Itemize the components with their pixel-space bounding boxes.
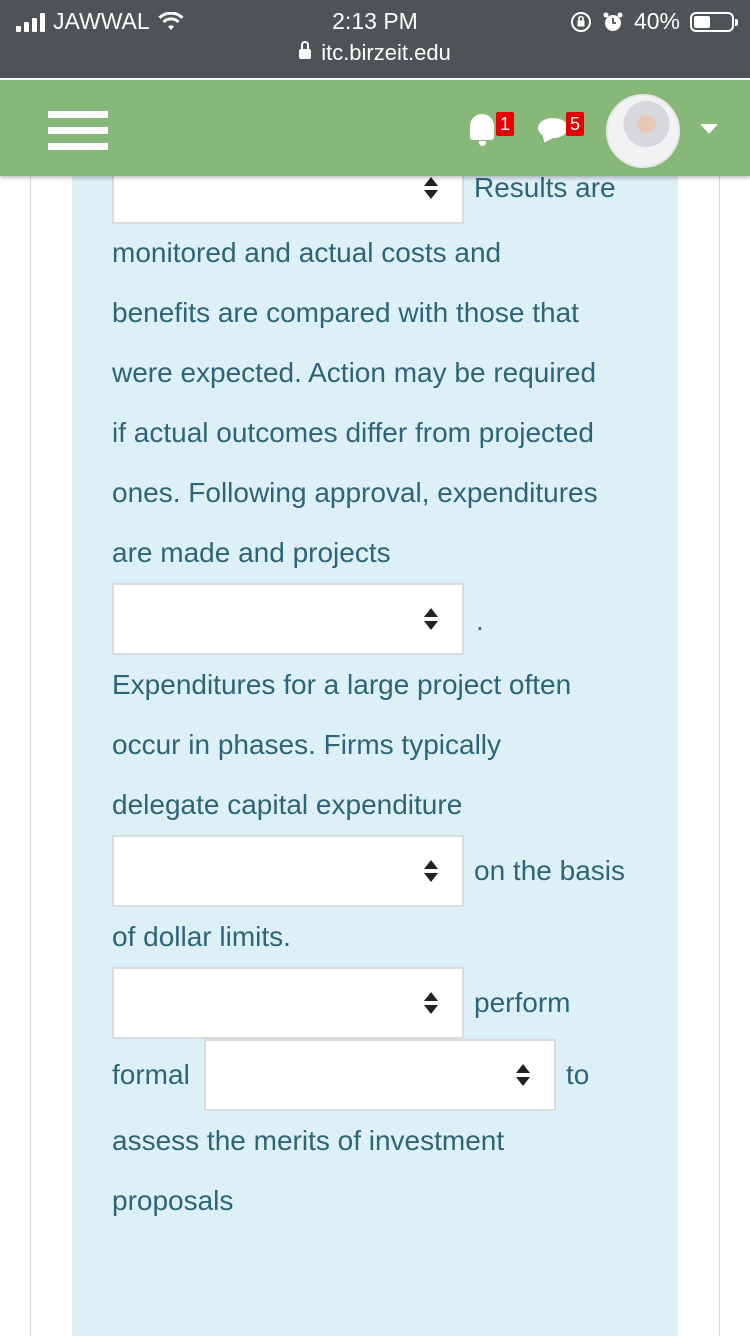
question-text: if actual outcomes differ from projected xyxy=(112,417,594,448)
question-text: assess the merits of investment xyxy=(112,1125,505,1156)
question-text: formal xyxy=(112,1059,190,1090)
select-arrows-icon xyxy=(516,1064,530,1086)
question-text: delegate capital expenditure xyxy=(112,789,463,820)
avatar[interactable] xyxy=(606,94,680,168)
answer-select-4[interactable] xyxy=(112,967,464,1039)
question-text: monitored and actual costs and xyxy=(112,237,502,268)
question-text: Expenditures for a large project often xyxy=(112,669,572,700)
question-text: were expected. Action may be required xyxy=(112,357,597,388)
question-text: benefits are compared with those that xyxy=(112,297,579,328)
question-text: of dollar limits. xyxy=(112,921,291,952)
question-text: to xyxy=(566,1059,590,1090)
notifications-badge: 1 xyxy=(496,112,514,136)
question-text: ones. Following approval, expenditures xyxy=(112,477,598,508)
bell-icon xyxy=(470,114,494,146)
battery-icon xyxy=(690,11,738,32)
chat-icon xyxy=(538,118,568,138)
answer-select-2[interactable] xyxy=(112,583,464,655)
address-bar[interactable]: itc.birzeit.edu xyxy=(0,40,750,66)
user-menu-caret-icon[interactable] xyxy=(700,124,718,134)
messages-button[interactable]: 5 xyxy=(536,112,586,148)
menu-icon[interactable] xyxy=(48,111,108,151)
question-text: Results are xyxy=(474,172,616,203)
answer-select-5[interactable] xyxy=(204,1039,556,1111)
select-arrows-icon xyxy=(424,177,438,199)
select-arrows-icon xyxy=(424,992,438,1014)
question-text: on the basis xyxy=(474,855,625,886)
status-icons: 40% xyxy=(570,8,738,35)
select-arrows-icon xyxy=(424,608,438,630)
app-navbar: 1 5 xyxy=(0,80,750,176)
rotation-lock-icon xyxy=(570,11,591,32)
answer-select-3[interactable] xyxy=(112,835,464,907)
messages-badge: 5 xyxy=(566,112,584,136)
url-text: itc.birzeit.edu xyxy=(321,40,451,65)
select-arrows-icon xyxy=(424,860,438,882)
battery-percent: 40% xyxy=(633,8,680,34)
question-text: . xyxy=(476,605,484,636)
lock-icon xyxy=(299,41,312,60)
alarm-icon xyxy=(603,12,623,31)
question-text: occur in phases. Firms typically xyxy=(112,729,502,760)
status-bar: JAWWAL 2:13 PM 40% itc.birzeit.edu xyxy=(0,0,750,78)
notifications-button[interactable]: 1 xyxy=(468,112,516,148)
question-text: proposals xyxy=(112,1185,234,1216)
question-text: are made and projects xyxy=(112,537,391,568)
question-text: perform xyxy=(474,987,571,1018)
